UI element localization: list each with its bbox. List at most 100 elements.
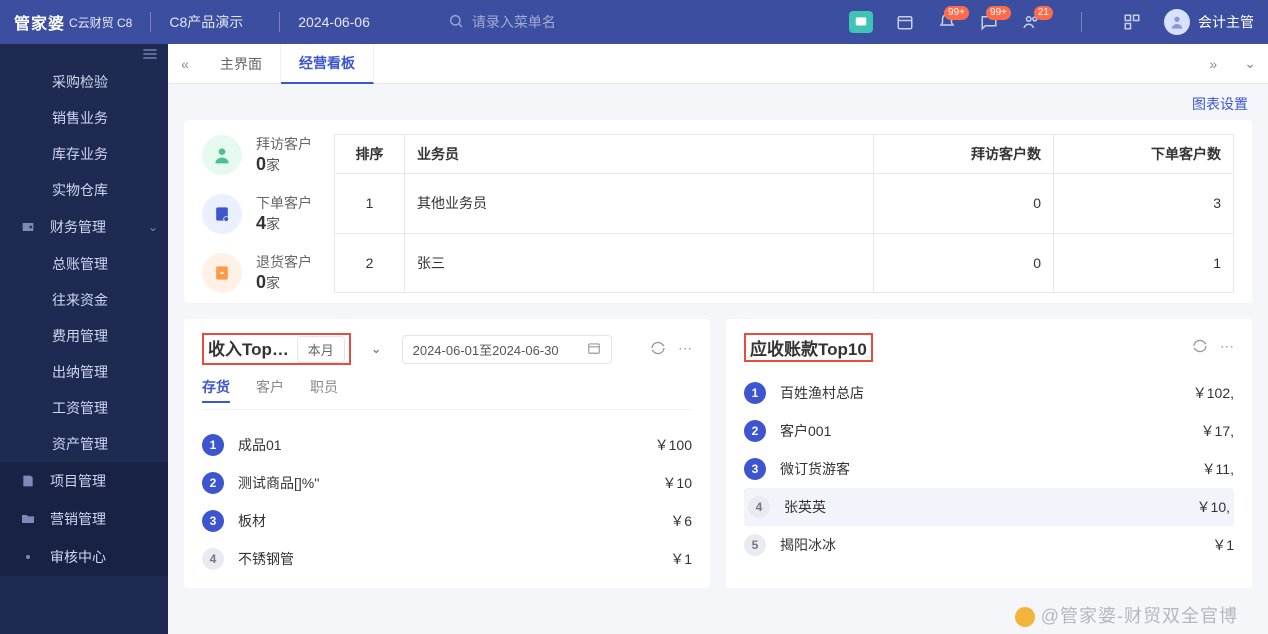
date-range-text: 2024-06-01至2024-06-30 (413, 340, 559, 359)
period-chip[interactable]: 本月 (297, 336, 345, 363)
tabbar-scroll-left-button[interactable]: « (168, 56, 202, 72)
bell-badge: 99+ (944, 6, 969, 20)
rank-bar (928, 503, 1136, 511)
rank-row[interactable]: 3 微订货游客 ￥11, (744, 450, 1234, 488)
stat-return: 退货客户 0家 (202, 252, 312, 293)
bell-icon[interactable]: 99+ (937, 12, 957, 32)
stat-label: 下单客户 (256, 193, 312, 213)
cell-order: 2 (335, 233, 405, 293)
contacts-icon[interactable]: 21 (1021, 12, 1041, 32)
refresh-icon[interactable] (1192, 338, 1208, 357)
rank-row[interactable]: 2 测试商品[]%'' ￥10 (202, 464, 692, 502)
menu-search-input[interactable] (472, 14, 612, 30)
tab-main[interactable]: 主界面 (202, 44, 281, 84)
rank-name: 板材 (238, 511, 368, 531)
highlight-box: 应收账款Top10 (744, 333, 873, 362)
ar-title: 应收账款Top10 (750, 340, 867, 359)
current-date: 2024-06-06 (298, 14, 370, 30)
sidebar-item[interactable]: 往来资金 (0, 282, 168, 318)
save-icon (20, 473, 38, 489)
sidebar-group-finance[interactable]: 财务管理 ⌄ (0, 208, 168, 246)
stat-value: 4 (256, 213, 266, 233)
th-salesperson[interactable]: 业务员 (405, 135, 874, 174)
message-badge: 99+ (986, 6, 1011, 20)
rank-name: 微订货游客 (780, 459, 910, 479)
subtab-inventory[interactable]: 存货 (202, 377, 230, 403)
rank-row[interactable]: 4 张英英 ￥10, (744, 488, 1234, 526)
sidebar-collapse-button[interactable] (0, 44, 168, 64)
chart-settings-link[interactable]: 图表设置 (1192, 96, 1248, 112)
stat-unit: 家 (266, 157, 280, 173)
tab-dashboard[interactable]: 经营看板 (281, 44, 374, 84)
sidebar-group-marketing[interactable]: 营销管理 (0, 500, 168, 538)
divider (279, 12, 280, 32)
rank-bar (382, 517, 598, 525)
tabbar-scroll-right-button[interactable]: » (1196, 56, 1230, 72)
user-menu[interactable]: 会计主管 (1164, 9, 1254, 35)
sidebar-item[interactable]: 资产管理 (0, 426, 168, 462)
folder-icon (20, 511, 38, 527)
rank-badge: 4 (748, 496, 770, 518)
logo-suffix: C云财贸 C8 (69, 14, 132, 31)
sidebar-item[interactable]: 费用管理 (0, 318, 168, 354)
period-dropdown[interactable]: ⌄ (361, 338, 392, 360)
rank-name: 不锈钢管 (238, 549, 368, 569)
sidebar-item[interactable]: 销售业务 (0, 100, 168, 136)
cell-visits: 0 (874, 233, 1054, 293)
rank-badge: 1 (202, 434, 224, 456)
th-visits[interactable]: 拜访客户数 (874, 135, 1054, 174)
sidebar-item[interactable]: 总账管理 (0, 246, 168, 282)
sidebar-group-label: 审核中心 (50, 547, 106, 567)
username: 会计主管 (1198, 12, 1254, 32)
sidebar-item[interactable]: 实物仓库 (0, 172, 168, 208)
rank-badge: 4 (202, 548, 224, 570)
th-order[interactable]: 排序 (335, 135, 405, 174)
rank-value: ￥11, (1154, 459, 1234, 479)
rank-row[interactable]: 5 揭阳冰冰 ￥1 (744, 526, 1234, 564)
th-orders[interactable]: 下单客户数 (1054, 135, 1234, 174)
sidebar-item[interactable]: 库存业务 (0, 136, 168, 172)
cell-visits: 0 (874, 174, 1054, 234)
stat-label: 拜访客户 (256, 134, 312, 154)
more-icon[interactable]: ⋯ (678, 340, 692, 359)
subtab-employee[interactable]: 职员 (310, 377, 338, 403)
rank-value: ￥102, (1154, 383, 1234, 403)
refresh-icon[interactable] (650, 340, 666, 359)
avatar (1164, 9, 1190, 35)
sidebar: 采购检验 销售业务 库存业务 实物仓库 财务管理 ⌄ 总账管理 往来资金 费用管… (0, 44, 168, 634)
rank-value: ￥17, (1154, 421, 1234, 441)
rank-badge: 2 (744, 420, 766, 442)
assistant-icon[interactable] (849, 11, 873, 33)
calendar-icon[interactable] (895, 12, 915, 32)
cell-name: 其他业务员 (405, 174, 874, 234)
tabbar-menu-icon[interactable]: ⌄ (1244, 55, 1256, 72)
rank-row[interactable]: 1 成品01 ￥100 (202, 426, 692, 464)
menu-search[interactable] (448, 13, 612, 32)
product-name[interactable]: C8产品演示 (169, 12, 243, 32)
income-title: 收入Top… (208, 340, 289, 359)
more-icon[interactable]: ⋯ (1220, 338, 1234, 357)
sidebar-group-audit[interactable]: 审核中心 (0, 538, 168, 576)
rank-bar (924, 465, 1140, 473)
rank-value: ￥6 (612, 511, 692, 531)
rank-row[interactable]: 4 不锈钢管 ￥1 (202, 540, 692, 578)
sidebar-item[interactable]: 出纳管理 (0, 354, 168, 390)
rank-row[interactable]: 2 客户001 ￥17, (744, 412, 1234, 450)
subtab-customer[interactable]: 客户 (256, 377, 284, 403)
table-row[interactable]: 1 其他业务员 0 3 (335, 174, 1234, 234)
topbar: 管家婆 C云财贸 C8 C8产品演示 2024-06-06 99+ 99+ 21 (0, 0, 1268, 44)
sidebar-item[interactable]: 工资管理 (0, 390, 168, 426)
sidebar-item[interactable]: 采购检验 (0, 64, 168, 100)
app-switch-icon[interactable] (1122, 12, 1142, 32)
topbar-actions: 99+ 99+ 21 会计主管 (849, 9, 1254, 35)
calendar-icon (587, 341, 601, 358)
rank-row[interactable]: 1 百姓渔村总店 ￥102, (744, 374, 1234, 412)
date-range-picker[interactable]: 2024-06-01至2024-06-30 (402, 335, 612, 364)
logo: 管家婆 (14, 10, 65, 34)
message-icon[interactable]: 99+ (979, 12, 999, 32)
stat-unit: 家 (266, 275, 280, 291)
sidebar-group-label: 项目管理 (50, 471, 106, 491)
sidebar-group-project[interactable]: 项目管理 (0, 462, 168, 500)
table-row[interactable]: 2 张三 0 1 (335, 233, 1234, 293)
rank-row[interactable]: 3 板材 ￥6 (202, 502, 692, 540)
